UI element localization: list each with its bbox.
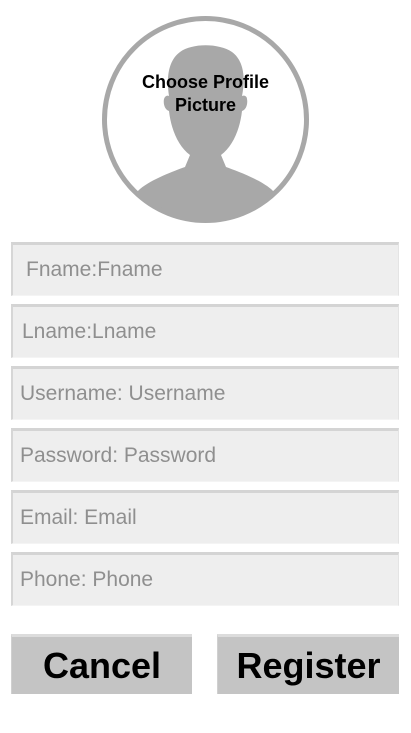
email-field[interactable]: [11, 490, 399, 544]
fname-field[interactable]: [11, 242, 399, 296]
register-button[interactable]: Register: [217, 634, 399, 694]
choose-profile-picture-button[interactable]: Choose Profile Picture: [102, 16, 309, 223]
cancel-button[interactable]: Cancel: [11, 634, 192, 694]
avatar-placeholder-icon: [102, 16, 309, 223]
lname-field[interactable]: [11, 304, 399, 358]
phone-field[interactable]: [11, 552, 399, 606]
username-field[interactable]: [11, 366, 399, 420]
choose-profile-picture-label: Choose Profile Picture: [141, 72, 270, 115]
password-field[interactable]: [11, 428, 399, 482]
